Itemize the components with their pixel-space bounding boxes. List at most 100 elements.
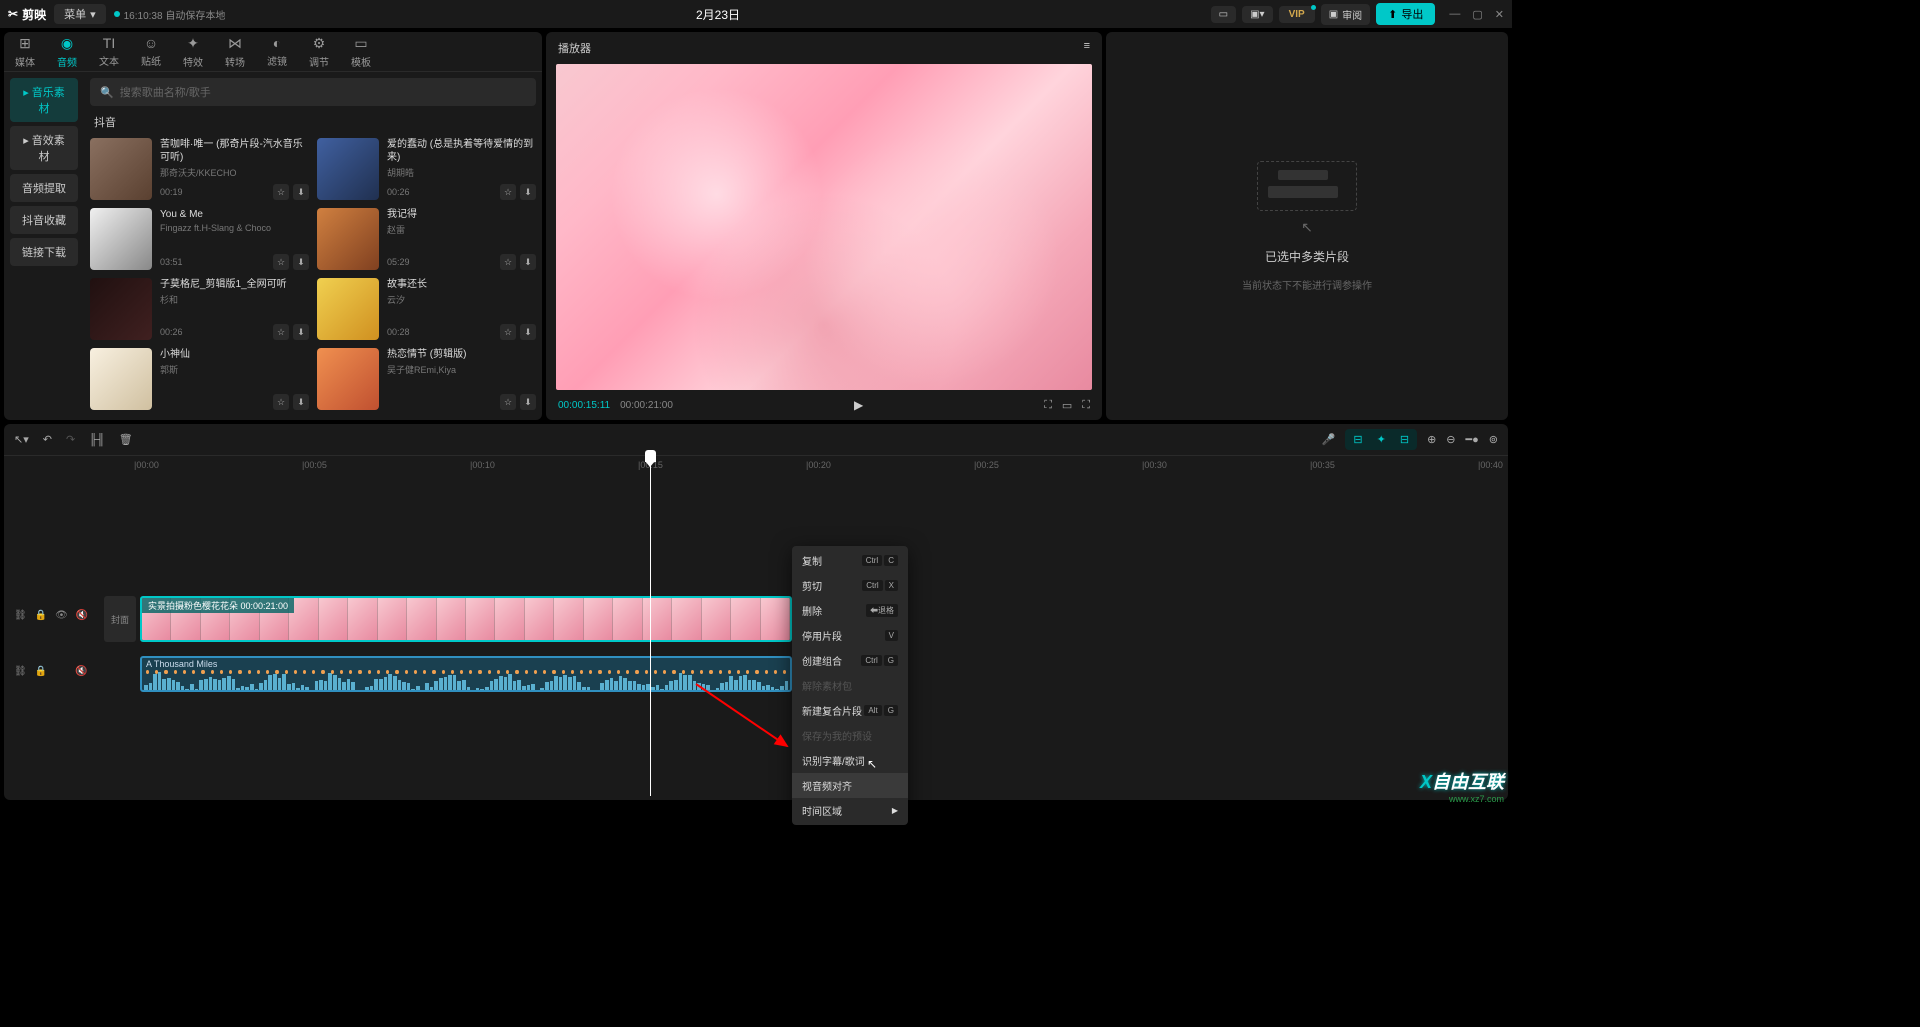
sidebar-item-sfx[interactable]: ▸ 音效素材: [10, 126, 78, 170]
audio-clip-label: A Thousand Miles: [146, 659, 217, 669]
crop-icon[interactable]: ⛶: [1044, 399, 1052, 412]
minimize-button[interactable]: —: [1449, 8, 1460, 21]
lock-icon[interactable]: 🔒: [35, 666, 47, 677]
tab-adjust[interactable]: ⚙调节: [298, 32, 340, 71]
context-menu-item[interactable]: 视音频对齐: [792, 773, 908, 798]
snap-2-icon[interactable]: ✦: [1373, 431, 1390, 448]
download-button[interactable]: ⬇: [293, 254, 309, 270]
favorite-button[interactable]: ☆: [500, 394, 516, 410]
sidebar-item-music[interactable]: ▸ 音乐素材: [10, 78, 78, 122]
download-button[interactable]: ⬇: [520, 324, 536, 340]
context-menu-item[interactable]: 复制CtrlC: [792, 548, 908, 573]
music-duration: 03:51: [160, 257, 183, 267]
context-menu-item: 保存为我的预设: [792, 723, 908, 748]
favorite-button[interactable]: ☆: [500, 324, 516, 340]
video-clip[interactable]: 实景拍摄粉色樱花花朵 00:00:21:00: [140, 596, 792, 642]
link-icon[interactable]: ⛓: [14, 610, 27, 621]
delete-tool[interactable]: 🗑: [119, 433, 133, 446]
tab-template[interactable]: ▭模板: [340, 32, 382, 71]
preview-viewport[interactable]: [556, 64, 1092, 390]
tab-effect[interactable]: ✦特效: [172, 32, 214, 71]
download-button[interactable]: ⬇: [293, 394, 309, 410]
search-input[interactable]: 🔍 搜索歌曲名称/歌手: [90, 78, 536, 106]
playhead[interactable]: [650, 456, 651, 796]
music-card[interactable]: 子莫格尼_剪辑版1_全网可听 杉和 00:26 ☆ ⬇: [90, 278, 309, 340]
preview-menu-icon[interactable]: ≡: [1084, 40, 1090, 56]
ratio-icon[interactable]: ▭: [1062, 399, 1072, 412]
tab-sticker[interactable]: ☺贴纸: [130, 32, 172, 71]
zoom-out-icon[interactable]: ⊖: [1446, 433, 1455, 446]
music-artist: 那奇沃夫/KKECHO: [160, 166, 309, 179]
context-menu-item[interactable]: 识别字幕/歌词: [792, 748, 908, 773]
lock-icon[interactable]: 🔒: [35, 610, 47, 621]
download-button[interactable]: ⬇: [520, 394, 536, 410]
select-tool[interactable]: ↖▾: [14, 433, 29, 446]
export-button[interactable]: ⬆ 导出: [1376, 3, 1435, 25]
sidebar-item-extract[interactable]: 音频提取: [10, 174, 78, 202]
sidebar-item-link[interactable]: 链接下载: [10, 238, 78, 266]
download-button[interactable]: ⬇: [293, 184, 309, 200]
maximize-button[interactable]: ▢: [1472, 8, 1482, 21]
music-duration: 00:26: [160, 327, 183, 337]
review-button[interactable]: ▣ 审阅: [1321, 4, 1370, 25]
layout-button-1[interactable]: ▭: [1211, 6, 1236, 23]
mic-icon[interactable]: 🎤: [1322, 433, 1336, 446]
favorite-button[interactable]: ☆: [273, 394, 289, 410]
download-button[interactable]: ⬇: [520, 254, 536, 270]
context-menu-item[interactable]: 创建组合CtrlG: [792, 648, 908, 673]
favorite-button[interactable]: ☆: [273, 324, 289, 340]
context-menu-item[interactable]: 删除⬅退格: [792, 598, 908, 623]
tab-audio[interactable]: ◉音频: [46, 32, 88, 71]
audio-track-head: ⛓ 🔒 🔇: [14, 666, 94, 677]
zoom-fit-icon[interactable]: ⊚: [1489, 433, 1498, 446]
close-button[interactable]: ✕: [1495, 8, 1504, 21]
tab-text[interactable]: TI文本: [88, 32, 130, 71]
context-menu-item[interactable]: 停用片段V: [792, 623, 908, 648]
music-card[interactable]: 爱的蠢动 (总是执着等待爱情的到来) 胡期皓 00:26 ☆ ⬇: [317, 138, 536, 200]
music-card[interactable]: 苦咖啡·唯一 (那奇片段-汽水音乐可听) 那奇沃夫/KKECHO 00:19 ☆…: [90, 138, 309, 200]
tab-media[interactable]: ⊞媒体: [4, 32, 46, 71]
music-thumb: [90, 138, 152, 200]
split-tool[interactable]: ╟╢: [89, 434, 105, 446]
sidebar-item-douyin[interactable]: 抖音收藏: [10, 206, 78, 234]
music-card[interactable]: You & Me Fingazz ft.H-Slang & Choco 03:5…: [90, 208, 309, 270]
fullscreen-icon[interactable]: ⛶: [1082, 399, 1090, 412]
context-menu-item[interactable]: 新建复合片段AltG: [792, 698, 908, 723]
redo-button[interactable]: ↷: [66, 433, 75, 446]
music-card[interactable]: 我记得 赵雷 05:29 ☆ ⬇: [317, 208, 536, 270]
snap-tools[interactable]: ⊟ ✦ ⊟: [1345, 429, 1417, 450]
undo-button[interactable]: ↶: [43, 433, 52, 446]
timeline-ruler[interactable]: |00:00|00:05|00:10|00:15|00:20|00:25|00:…: [104, 456, 1508, 476]
favorite-button[interactable]: ☆: [500, 254, 516, 270]
cover-button[interactable]: 封面: [104, 596, 136, 642]
mute-icon[interactable]: 🔇: [75, 666, 87, 677]
favorite-button[interactable]: ☆: [273, 184, 289, 200]
app-logo: ✂ 剪映: [8, 6, 46, 23]
context-menu-item[interactable]: 时间区域▶: [792, 798, 908, 823]
menu-button[interactable]: 菜单 ▾: [54, 4, 106, 24]
transition-icon: ⋈: [228, 35, 242, 52]
mute-icon[interactable]: 🔇: [76, 610, 88, 621]
total-time: 00:00:21:00: [620, 400, 673, 411]
music-card[interactable]: 热恋情节 (剪辑版) 吴子健REmi,Kiya ☆ ⬇: [317, 348, 536, 410]
snap-3-icon[interactable]: ⊟: [1396, 431, 1413, 448]
audio-clip[interactable]: A Thousand Miles: [140, 656, 792, 692]
music-card[interactable]: 小神仙 郭斯 ☆ ⬇: [90, 348, 309, 410]
download-button[interactable]: ⬇: [520, 184, 536, 200]
tab-filter[interactable]: ◐滤镜: [256, 32, 298, 71]
link-icon[interactable]: ⛓: [14, 666, 27, 677]
context-menu-item[interactable]: 剪切CtrlX: [792, 573, 908, 598]
snap-1-icon[interactable]: ⊟: [1349, 431, 1366, 448]
eye-icon[interactable]: 👁: [55, 610, 68, 621]
favorite-button[interactable]: ☆: [273, 254, 289, 270]
music-thumb: [90, 278, 152, 340]
play-button[interactable]: ▶: [854, 398, 863, 412]
tab-transition[interactable]: ⋈转场: [214, 32, 256, 71]
layout-button-2[interactable]: ▣▾: [1242, 6, 1272, 23]
zoom-slider[interactable]: ━●: [1466, 433, 1479, 446]
align-icon[interactable]: ⊕: [1427, 433, 1436, 446]
music-card[interactable]: 故事还长 云汐 00:28 ☆ ⬇: [317, 278, 536, 340]
favorite-button[interactable]: ☆: [500, 184, 516, 200]
vip-badge[interactable]: VIP: [1279, 6, 1315, 23]
download-button[interactable]: ⬇: [293, 324, 309, 340]
